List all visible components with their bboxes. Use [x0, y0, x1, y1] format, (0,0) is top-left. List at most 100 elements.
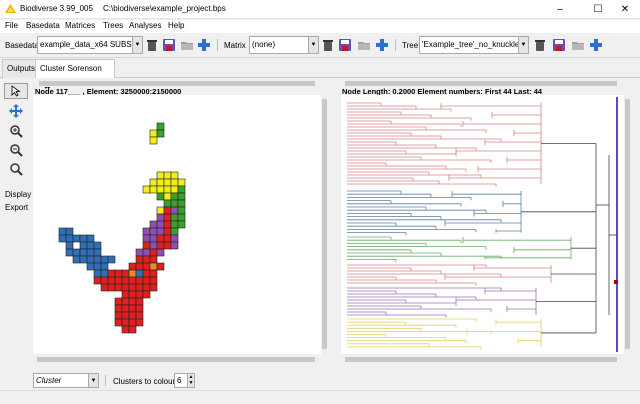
map-cell[interactable] [65, 234, 74, 243]
map-cell[interactable] [142, 255, 151, 264]
map-cell[interactable] [135, 311, 144, 320]
map-cell[interactable] [156, 220, 165, 229]
save-matrix-icon[interactable] [338, 38, 352, 52]
tab-cluster-sorenson[interactable]: Cluster Sorenson ✖ [35, 59, 115, 91]
map-cell[interactable] [163, 206, 172, 215]
menu-analyses[interactable]: Analyses [129, 21, 161, 30]
map-cell[interactable] [156, 241, 165, 250]
menu-trees[interactable]: Trees [103, 21, 123, 30]
menu-help[interactable]: Help [168, 21, 184, 30]
map-cell[interactable] [142, 248, 151, 257]
map-cell[interactable] [128, 269, 137, 278]
map-bottom-scrollbar[interactable] [33, 356, 321, 363]
scrollbar-thumb[interactable] [39, 81, 315, 86]
zoom-out-button[interactable] [4, 142, 28, 158]
chevron-down-icon[interactable]: ▼ [308, 36, 319, 54]
map-cell[interactable] [156, 213, 165, 222]
map-cell[interactable] [163, 227, 172, 236]
open-folder-icon[interactable] [571, 38, 585, 52]
map-cell-empty[interactable] [72, 241, 81, 250]
map-cell[interactable] [72, 234, 81, 243]
map-cell[interactable] [177, 185, 186, 194]
map-cell[interactable] [149, 129, 158, 138]
map-cell[interactable] [177, 213, 186, 222]
map-cell[interactable] [156, 122, 165, 131]
map-cell[interactable] [79, 255, 88, 264]
zoom-fit-button[interactable] [4, 161, 28, 177]
menu-file[interactable]: File [5, 21, 18, 30]
map-cell[interactable] [163, 178, 172, 187]
map-cell[interactable] [177, 206, 186, 215]
map-cell[interactable] [170, 199, 179, 208]
map-cell[interactable] [149, 283, 158, 292]
chevron-down-icon[interactable]: ▼ [88, 373, 99, 388]
map-cell[interactable] [156, 129, 165, 138]
map-cell[interactable] [142, 234, 151, 243]
spin-arrows-icon[interactable]: ▲ ▼ [187, 373, 195, 388]
map-cell[interactable] [170, 234, 179, 243]
map-cell[interactable] [58, 234, 67, 243]
add-matrix-icon[interactable] [375, 38, 389, 52]
map-cell[interactable] [149, 227, 158, 236]
map-cell[interactable] [177, 178, 186, 187]
map-cell[interactable] [128, 311, 137, 320]
scrollbar-thumb[interactable] [322, 99, 327, 349]
map-cell[interactable] [156, 248, 165, 257]
map-cell[interactable] [72, 255, 81, 264]
map-cell[interactable] [128, 290, 137, 299]
map-cell[interactable] [121, 290, 130, 299]
map-cell[interactable] [58, 227, 67, 236]
map-cell[interactable] [128, 304, 137, 313]
map-cell[interactable] [121, 304, 130, 313]
map-cell[interactable] [121, 325, 130, 334]
map-cell[interactable] [93, 255, 102, 264]
delete-tree-icon[interactable] [533, 38, 547, 52]
map-cell[interactable] [170, 220, 179, 229]
map-cell[interactable] [114, 269, 123, 278]
open-folder-icon[interactable] [180, 38, 194, 52]
map-cell[interactable] [163, 192, 172, 201]
map-cell[interactable] [128, 318, 137, 327]
basedata-select[interactable]: example_data_x64 SUBSET [37, 36, 133, 54]
map-cell[interactable] [170, 227, 179, 236]
map-cell[interactable] [107, 276, 116, 285]
map-cell[interactable] [170, 178, 179, 187]
zoom-in-button[interactable] [4, 123, 28, 139]
map-cell[interactable] [135, 269, 144, 278]
menu-basedata[interactable]: Basedata [26, 21, 60, 30]
save-basedata-icon[interactable] [162, 38, 176, 52]
map-cell[interactable] [121, 276, 130, 285]
map-cell[interactable] [121, 297, 130, 306]
delete-matrix-icon[interactable] [321, 38, 335, 52]
map-cell[interactable] [86, 248, 95, 257]
map-cell[interactable] [79, 248, 88, 257]
map-cell[interactable] [135, 255, 144, 264]
map-cell[interactable] [135, 290, 144, 299]
map-cell[interactable] [79, 234, 88, 243]
matrix-select[interactable]: (none) [249, 36, 309, 54]
map-cell[interactable] [156, 192, 165, 201]
map-cell[interactable] [107, 283, 116, 292]
map-cell[interactable] [100, 283, 109, 292]
pan-tool-button[interactable] [4, 103, 28, 119]
scrollbar-thumb[interactable] [37, 357, 315, 362]
map-cell[interactable] [163, 220, 172, 229]
map-cell[interactable] [65, 241, 74, 250]
map-cell[interactable] [149, 255, 158, 264]
map-cell[interactable] [163, 185, 172, 194]
map-cell[interactable] [128, 325, 137, 334]
map-cell[interactable] [142, 283, 151, 292]
map-cell[interactable] [93, 241, 102, 250]
delete-basedata-icon[interactable] [145, 38, 159, 52]
map-cell[interactable] [156, 206, 165, 215]
map-cell[interactable] [121, 283, 130, 292]
map-cell[interactable] [170, 185, 179, 194]
dendrogram[interactable] [341, 95, 624, 354]
map-cell[interactable] [65, 227, 74, 236]
map-cell[interactable] [149, 262, 158, 271]
map-cell[interactable] [149, 185, 158, 194]
map-cell[interactable] [149, 178, 158, 187]
map-cell[interactable] [128, 297, 137, 306]
map-cell[interactable] [86, 241, 95, 250]
map-cell[interactable] [86, 255, 95, 264]
